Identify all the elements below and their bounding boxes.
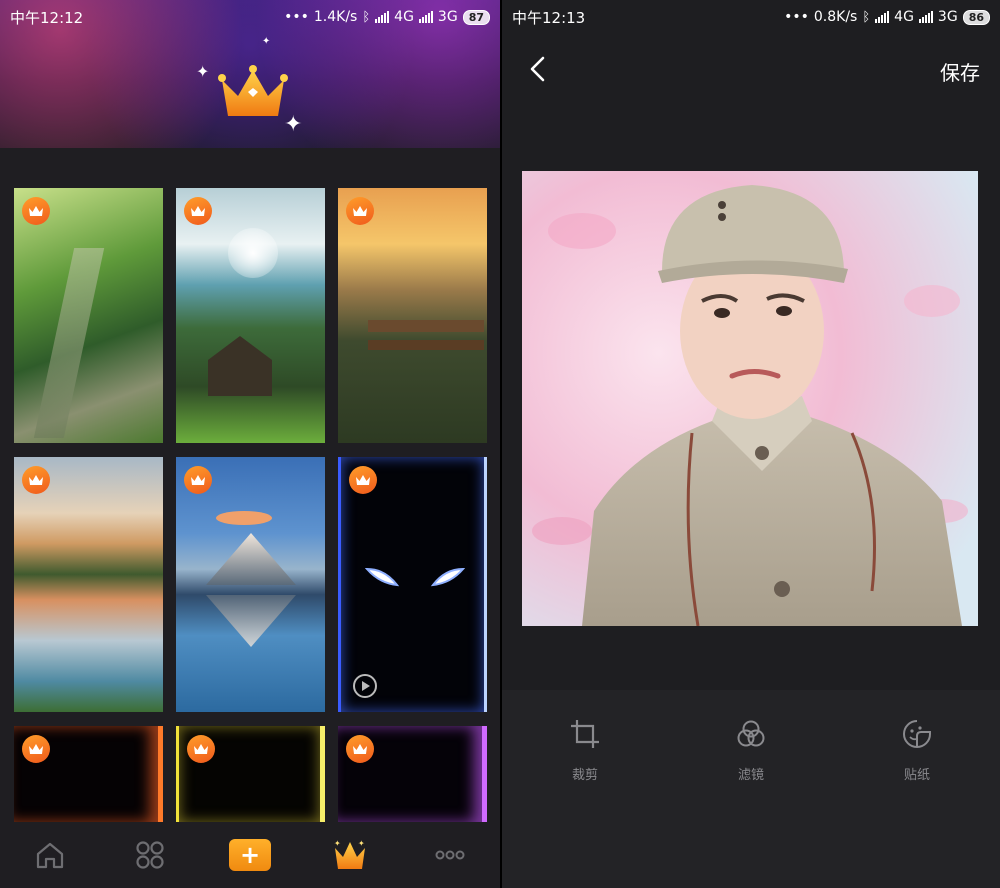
wallpaper-tile-glowing-eyes[interactable] bbox=[338, 457, 487, 712]
battery-icon: 87 bbox=[462, 9, 490, 25]
network-type-2: 3G bbox=[437, 9, 458, 25]
sparkle-icon: ✦ bbox=[196, 62, 210, 81]
filter-label: 滤镜 bbox=[737, 768, 764, 783]
signal-icon bbox=[418, 11, 433, 23]
wallpaper-tile-matterhorn[interactable] bbox=[176, 457, 325, 712]
wallpaper-tile-orange-glow[interactable] bbox=[14, 726, 163, 822]
vip-crown-icon bbox=[346, 197, 374, 225]
status-bar: 中午12:12 ••• 1.4K/s ᛒ 4G 3G 87 bbox=[0, 0, 500, 34]
vip-crown-icon bbox=[184, 466, 212, 494]
crop-button[interactable]: 裁剪 bbox=[535, 718, 635, 888]
vip-crown-icon bbox=[184, 197, 212, 225]
filter-icon bbox=[737, 720, 765, 747]
more-icon bbox=[435, 850, 465, 860]
edit-toolbar: 裁剪 滤镜 贴纸 bbox=[502, 690, 1000, 888]
network-speed: 1.4K/s bbox=[313, 9, 358, 25]
sticker-icon bbox=[903, 720, 931, 748]
signal-icon bbox=[375, 11, 390, 23]
svg-text:✦: ✦ bbox=[334, 839, 341, 848]
photo-editor-screen: 中午12:13 ••• 0.8K/s ᛒ 4G 3G 86 保存 裁剪 滤镜 贴… bbox=[502, 0, 1000, 888]
network-type-1: 4G bbox=[394, 9, 414, 25]
crop-icon bbox=[571, 720, 599, 748]
vip-crown-icon bbox=[349, 466, 377, 494]
vip-crown-icon bbox=[22, 466, 50, 494]
signal-icon bbox=[918, 11, 933, 23]
plus-icon: + bbox=[229, 839, 271, 871]
nav-create[interactable]: + bbox=[220, 830, 280, 880]
grid-icon bbox=[136, 841, 164, 869]
save-button[interactable]: 保存 bbox=[940, 57, 980, 86]
home-icon bbox=[36, 842, 64, 869]
nav-categories[interactable] bbox=[120, 830, 180, 880]
wallpaper-tile-sunset-bench[interactable] bbox=[338, 188, 487, 443]
wallpaper-tile-yellow-glow[interactable] bbox=[176, 726, 325, 822]
vip-crown-icon bbox=[346, 735, 374, 763]
status-bar: 中午12:13 ••• 0.8K/s ᛒ 4G 3G 86 bbox=[502, 0, 1000, 34]
glowing-eyes-art bbox=[365, 567, 465, 587]
crown-icon bbox=[218, 65, 288, 116]
wallpaper-store-screen: ✦ ✦ ✦ 中午12:12 ••• 1.4K/s ᛒ 4G 3G 87 + ✦ … bbox=[0, 0, 500, 888]
sticker-button[interactable]: 贴纸 bbox=[867, 718, 967, 888]
battery-icon: 86 bbox=[962, 9, 990, 25]
wallpaper-tile-cabin[interactable] bbox=[176, 188, 325, 443]
nav-vip[interactable]: ✦ ✦ bbox=[320, 830, 380, 880]
network-type-1: 4G bbox=[894, 9, 914, 25]
network-type-2: 3G bbox=[937, 9, 958, 25]
bluetooth-icon: ᛒ bbox=[362, 9, 371, 25]
vip-crown-icon: ✦ ✦ bbox=[334, 839, 365, 869]
sparkle-icon: ✦ bbox=[262, 36, 271, 47]
svg-text:✦: ✦ bbox=[358, 839, 365, 848]
signal-icon bbox=[875, 11, 890, 23]
filter-button[interactable]: 滤镜 bbox=[701, 718, 801, 888]
wallpaper-tile-valley[interactable] bbox=[14, 188, 163, 443]
status-time: 中午12:12 bbox=[10, 8, 84, 27]
network-speed: 0.8K/s bbox=[813, 9, 858, 25]
vip-crown-icon bbox=[22, 735, 50, 763]
wallpaper-tile-purple-glow[interactable] bbox=[338, 726, 487, 822]
wallpaper-tile-mountain-lake[interactable] bbox=[14, 457, 163, 712]
vip-crown-icon bbox=[187, 735, 215, 763]
play-icon bbox=[353, 674, 377, 698]
edited-photo bbox=[522, 171, 978, 626]
status-time: 中午12:13 bbox=[512, 8, 586, 27]
crop-label: 裁剪 bbox=[571, 768, 598, 783]
vip-crown-icon bbox=[22, 197, 50, 225]
nav-more[interactable] bbox=[420, 830, 480, 880]
bluetooth-icon: ᛒ bbox=[862, 9, 871, 25]
bottom-nav: + ✦ ✦ bbox=[0, 822, 500, 888]
nav-home[interactable] bbox=[20, 830, 80, 880]
back-arrow-icon[interactable] bbox=[524, 54, 554, 84]
sticker-label: 贴纸 bbox=[903, 768, 930, 783]
